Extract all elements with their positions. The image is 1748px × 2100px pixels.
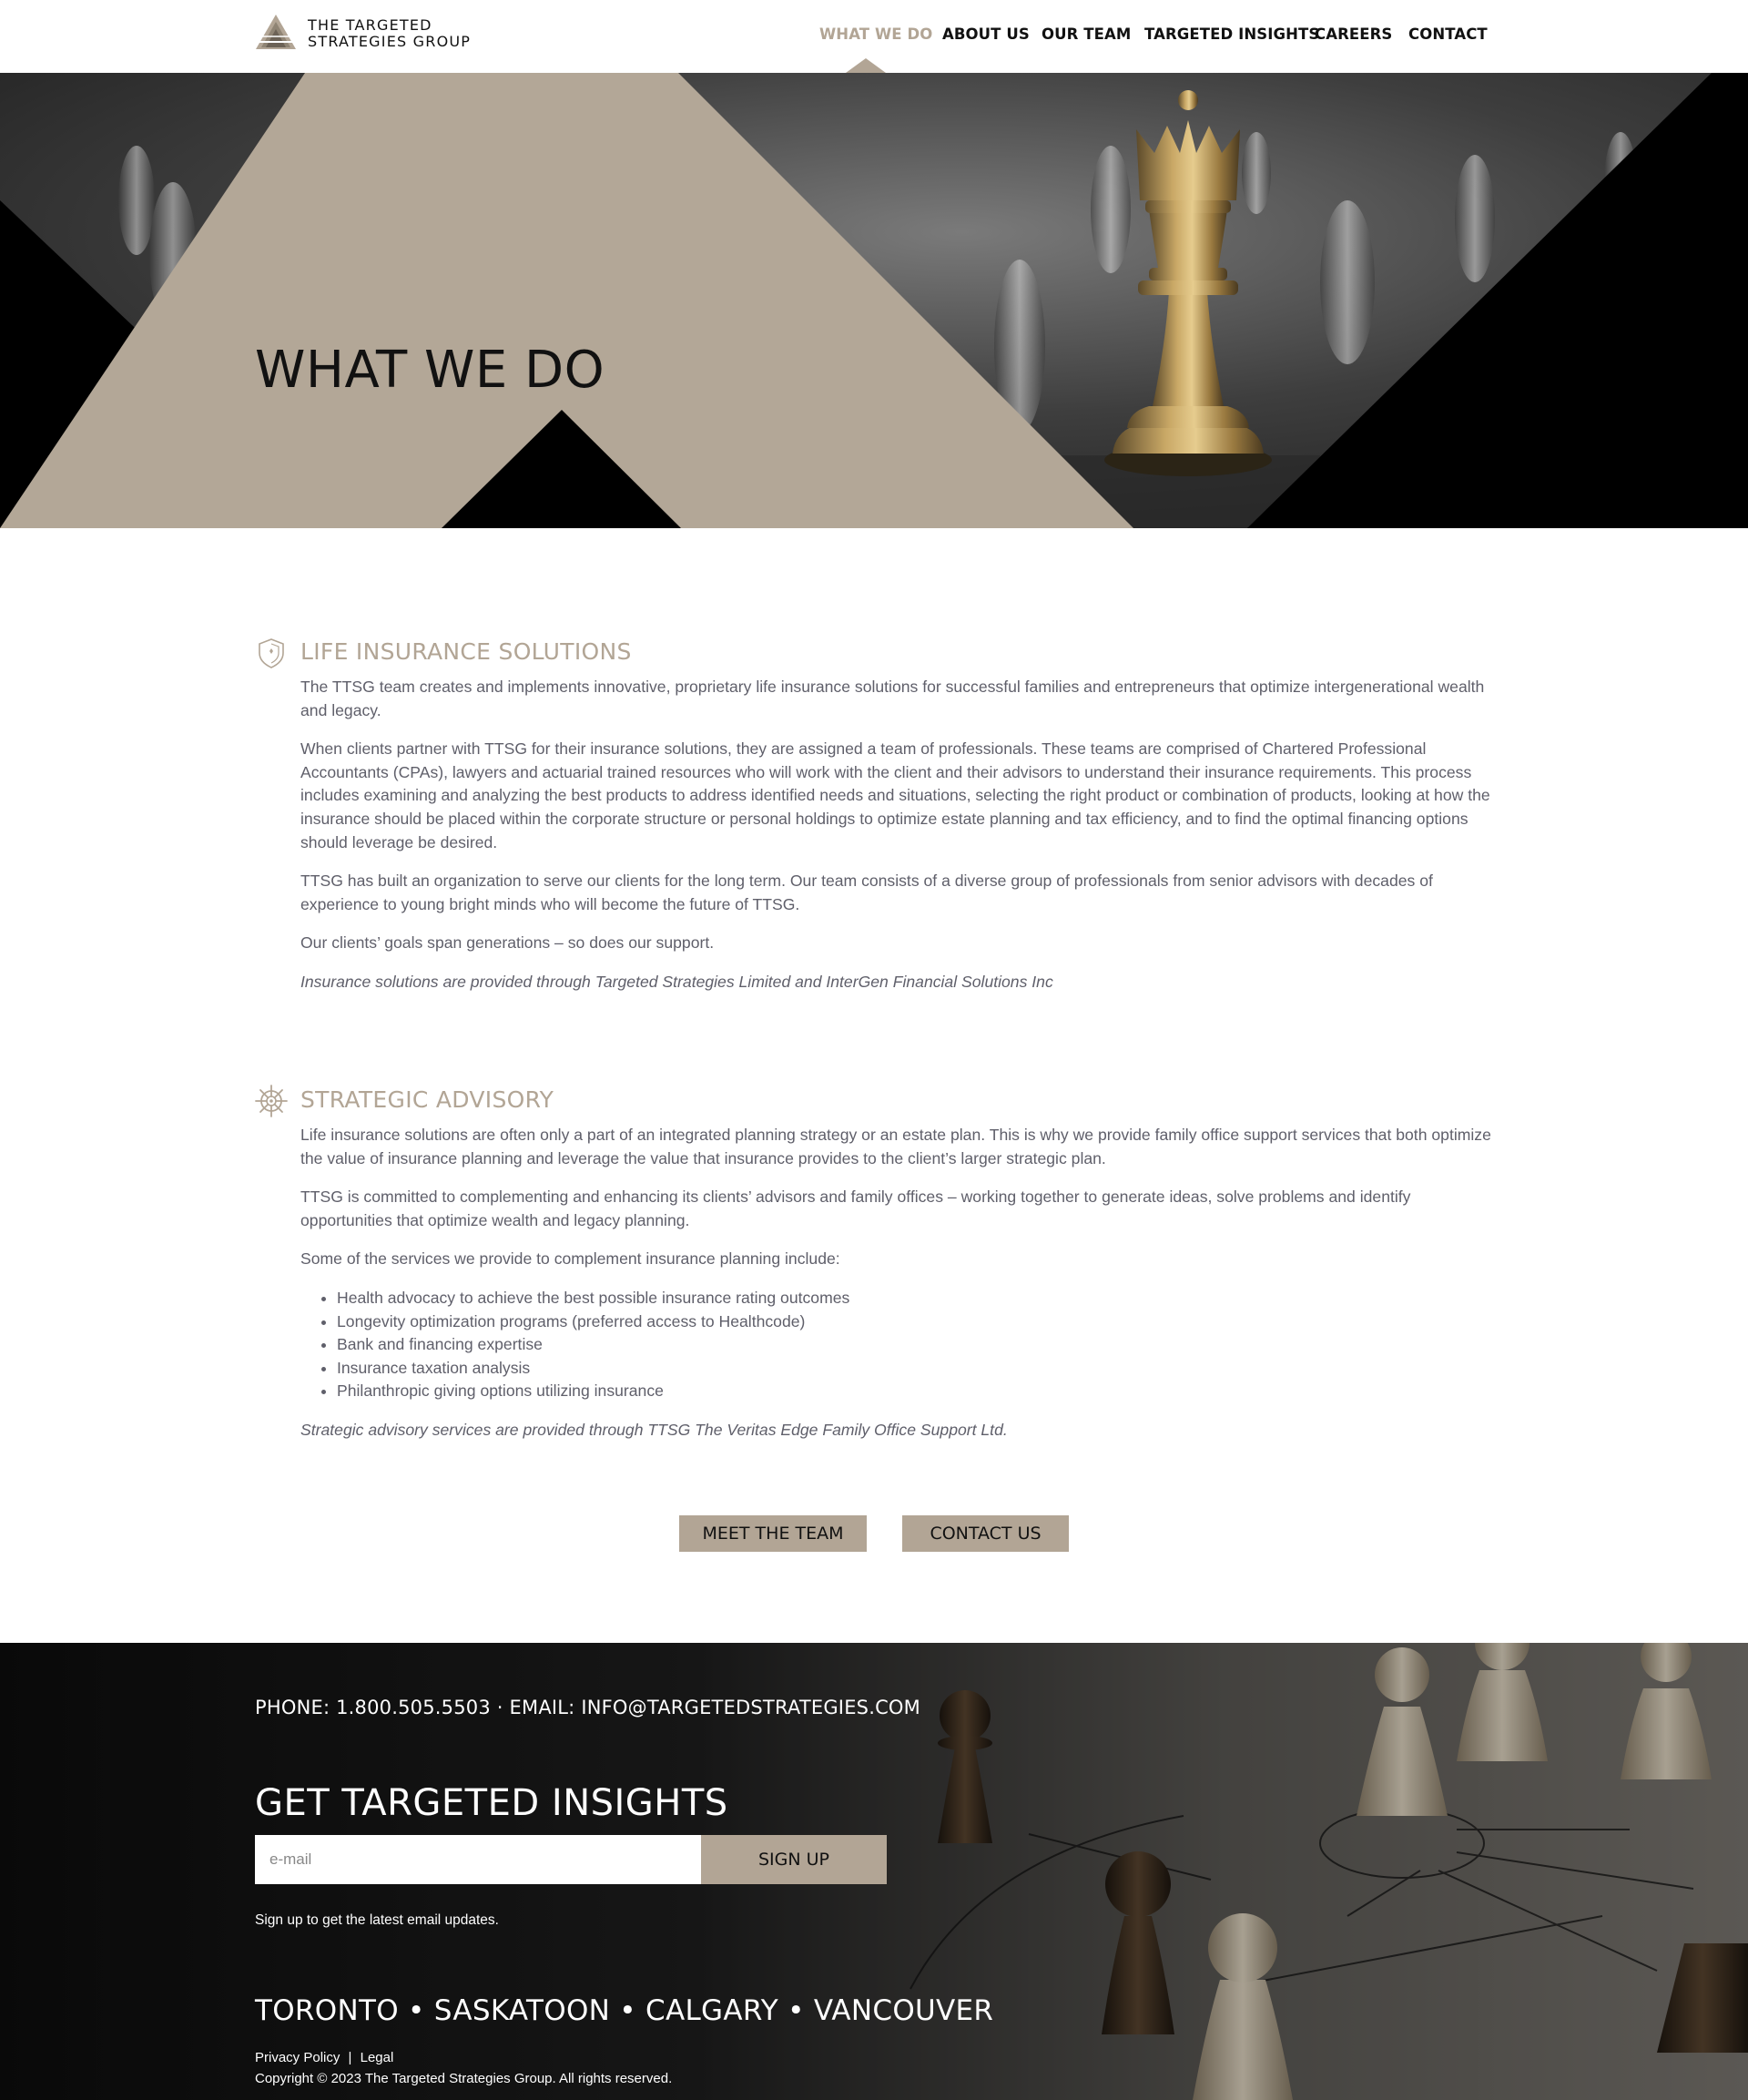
paragraph: When clients partner with TTSG for their… [300, 739, 1490, 851]
strategic-advisory-section: STRATEGIC ADVISORY Life insurance soluti… [255, 1083, 1493, 1458]
nav-targeted-insights[interactable]: TARGETED INSIGHTS [1144, 25, 1319, 43]
paragraph: Some of the services we provide to compl… [300, 1249, 840, 1269]
office-cities: TORONTO • SASKATOON • CALGARY • VANCOUVE… [255, 1994, 994, 2027]
signup-note: Sign up to get the latest email updates. [255, 1912, 499, 1928]
section-title: LIFE INSURANCE SOLUTIONS [300, 638, 632, 665]
contact-us-button[interactable]: CONTACT US [902, 1515, 1069, 1552]
hero-banner: WHAT WE DO [0, 73, 1748, 528]
list-item: Philanthropic giving options utilizing i… [337, 1380, 1493, 1403]
life-insurance-section: LIFE INSURANCE SOLUTIONS The TTSG team c… [255, 635, 1493, 1010]
provider-note: Insurance solutions are provided through… [300, 972, 1053, 991]
site-footer: PHONE: 1.800.505.5503 · EMAIL: INFO@TARG… [0, 1643, 1748, 2100]
paragraph: The TTSG team creates and implements inn… [300, 678, 1485, 719]
cta-buttons: MEET THE TEAM CONTACT US [0, 1515, 1748, 1552]
nav-careers[interactable]: CAREERS [1315, 25, 1392, 43]
signup-button[interactable]: SIGN UP [701, 1835, 887, 1884]
nav-our-team[interactable]: OUR TEAM [1042, 25, 1131, 43]
meet-the-team-button[interactable]: MEET THE TEAM [679, 1515, 867, 1552]
list-item: Insurance taxation analysis [337, 1357, 1493, 1381]
newsletter-email-input[interactable] [255, 1835, 701, 1884]
paragraph: TTSG has built an organization to serve … [300, 872, 1433, 913]
paragraph: Life insurance solutions are often only … [300, 1126, 1491, 1167]
nav-about-us[interactable]: ABOUT US [942, 25, 1030, 43]
link-separator: | [348, 2050, 352, 2065]
nav-what-we-do[interactable]: WHAT WE DO [819, 25, 932, 43]
paragraph: Our clients’ goals span generations – so… [300, 933, 715, 953]
main-nav: WHAT WE DO ABOUT US OUR TEAM TARGETED IN… [0, 25, 1748, 47]
list-item: Longevity optimization programs (preferr… [337, 1310, 1493, 1334]
section-body: Life insurance solutions are often only … [255, 1124, 1493, 1442]
ship-wheel-icon [255, 1085, 288, 1117]
page-title: WHAT WE DO [255, 341, 605, 400]
provider-note: Strategic advisory services are provided… [300, 1420, 1008, 1439]
hero-background [0, 73, 1748, 528]
section-heading: LIFE INSURANCE SOLUTIONS [255, 635, 1493, 671]
copyright-text: Copyright © 2023 The Targeted Strategies… [255, 2071, 673, 2086]
active-nav-indicator [846, 58, 886, 73]
shield-icon [259, 638, 284, 668]
legal-link[interactable]: Legal [361, 2050, 394, 2065]
list-item: Bank and financing expertise [337, 1333, 1493, 1357]
nav-contact[interactable]: CONTACT [1408, 25, 1488, 43]
services-list: Health advocacy to achieve the best poss… [337, 1287, 1493, 1403]
contact-info[interactable]: PHONE: 1.800.505.5503 · EMAIL: INFO@TARG… [255, 1697, 920, 1718]
legal-links: Privacy Policy | Legal [255, 2050, 393, 2065]
section-title: STRATEGIC ADVISORY [300, 1086, 554, 1113]
paragraph: TTSG is committed to complementing and e… [300, 1188, 1411, 1229]
newsletter-title: GET TARGETED INSIGHTS [255, 1782, 728, 1824]
list-item: Health advocacy to achieve the best poss… [337, 1287, 1493, 1310]
section-heading: STRATEGIC ADVISORY [255, 1083, 1493, 1119]
section-body: The TTSG team creates and implements inn… [255, 676, 1493, 994]
privacy-policy-link[interactable]: Privacy Policy [255, 2050, 340, 2065]
